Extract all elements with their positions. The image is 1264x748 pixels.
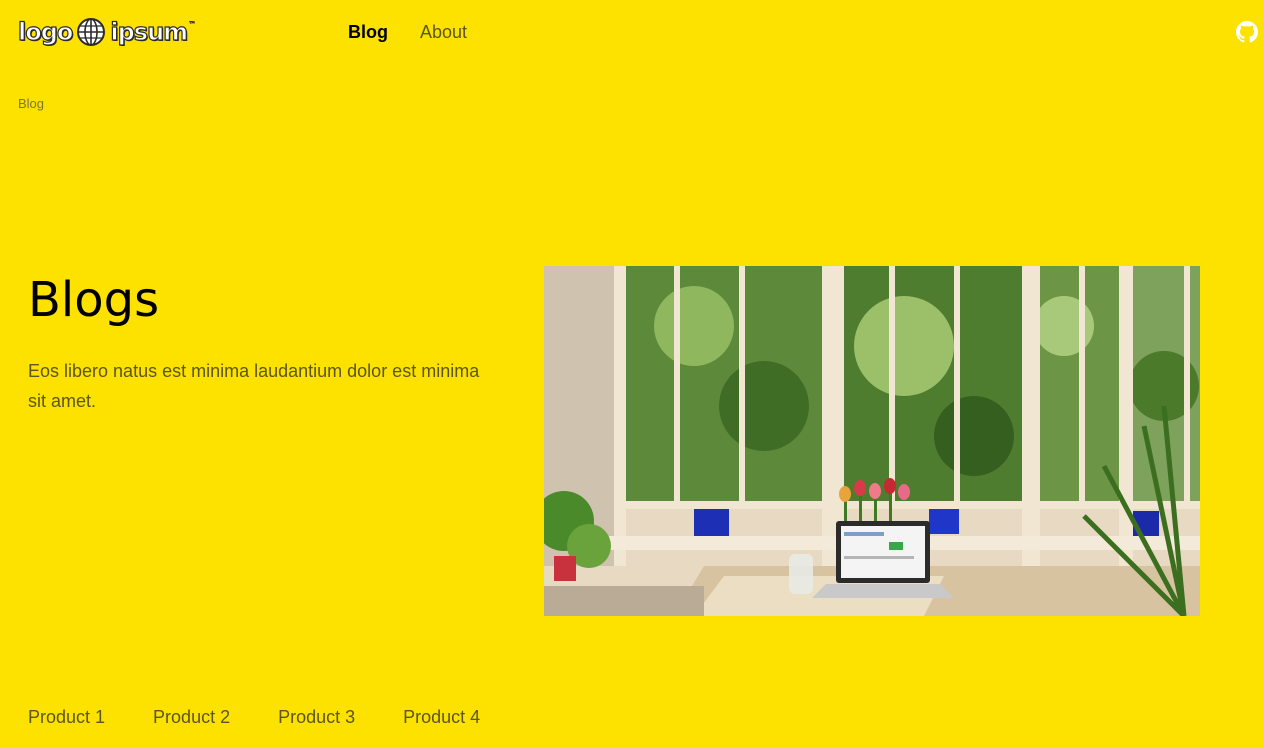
product-link-2[interactable]: Product 2: [153, 704, 230, 730]
product-nav: Product 1 Product 2 Product 3 Product 4: [28, 704, 480, 730]
nav-item-blog[interactable]: Blog: [348, 20, 388, 44]
logo[interactable]: logo ipsum ™: [17, 16, 197, 48]
hero-image: [544, 266, 1200, 616]
hero-description: Eos libero natus est minima laudantium d…: [28, 361, 480, 411]
logo-text-left: logo: [17, 17, 74, 46]
product-link-4[interactable]: Product 4: [403, 704, 480, 730]
page-title: Blogs: [28, 272, 160, 328]
logo-text-right: ipsum: [110, 17, 189, 46]
nav-item-about[interactable]: About: [420, 20, 467, 44]
product-link-1[interactable]: Product 1: [28, 704, 105, 730]
breadcrumb-item-blog[interactable]: Blog: [18, 96, 44, 111]
breadcrumb: Blog: [18, 96, 44, 111]
logo-trademark: ™: [188, 20, 197, 30]
github-icon[interactable]: [1236, 21, 1258, 43]
main-nav: Blog About: [348, 20, 467, 44]
globe-icon: [76, 17, 106, 47]
product-link-3[interactable]: Product 3: [278, 704, 355, 730]
